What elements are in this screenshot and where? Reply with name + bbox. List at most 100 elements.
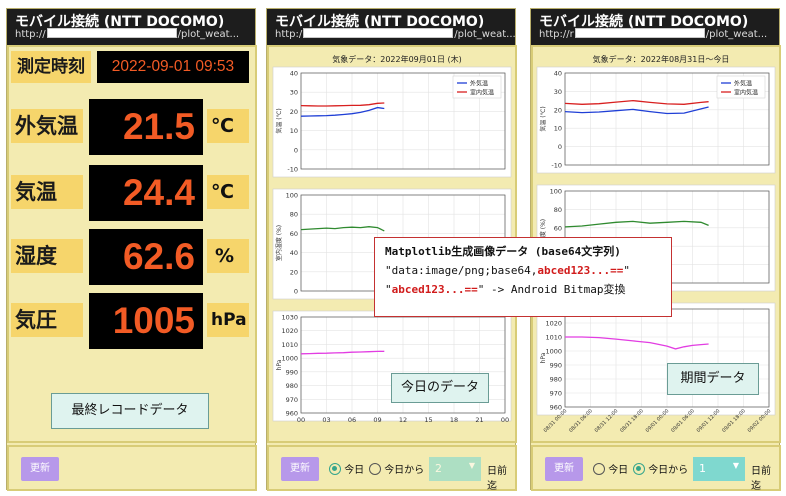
y-axis-label: hPa [540, 352, 547, 363]
pressure-unit: hPa [207, 303, 249, 337]
temp-unit: ℃ [207, 175, 249, 209]
time-value: 2022-09-01 09:53 [97, 51, 249, 83]
pressure-value: 1005 [89, 293, 203, 349]
y-tick-label: 970 [286, 396, 298, 404]
x-tick-label: 09 [373, 416, 381, 424]
today-footer: 更新 今日 今日から 2 ▼ 日前迄 [267, 445, 517, 492]
y-tick-label: 80 [290, 211, 298, 219]
y-tick-label: 10 [290, 127, 298, 135]
base64-callout: Matplotlib生成画像データ (base64文字列) "data:imag… [374, 237, 672, 317]
url-line: http:///plot_weat... [15, 28, 240, 40]
temp-label: 気温 [11, 175, 83, 209]
y-tick-label: 1010 [545, 334, 562, 342]
days-suffix: 日前迄 [751, 466, 771, 492]
outdoor-temp-value: 21.5 [89, 99, 203, 155]
panel-background [272, 310, 512, 422]
legend-label: 室内気温 [734, 89, 758, 97]
latest-panel: 測定時刻 2022-09-01 09:53 外気温 21.5 ℃ 気温 24.4… [7, 45, 257, 443]
y-tick-label: 80 [554, 206, 562, 214]
radio-today[interactable]: 今日 [329, 461, 364, 476]
update-button[interactable]: 更新 [21, 457, 59, 481]
y-tick-label: 20 [290, 268, 298, 276]
y-tick-label: 1020 [281, 327, 298, 335]
days-spinner[interactable]: 1 ▼ [693, 457, 745, 481]
y-tick-label: 40 [554, 70, 562, 78]
url-redaction [303, 28, 454, 38]
latest-note: 最終レコードデータ [51, 393, 209, 429]
radio-from-indicator[interactable] [633, 463, 645, 475]
outdoor-temp-unit: ℃ [207, 109, 249, 143]
y-tick-label: 1030 [281, 314, 298, 322]
panel-background [536, 302, 776, 416]
y-tick-label: 0 [294, 288, 298, 296]
y-tick-label: 1020 [545, 320, 562, 328]
y-tick-label: 60 [554, 224, 562, 232]
url-redaction [574, 28, 705, 38]
radio-today[interactable]: 今日 [593, 461, 628, 476]
dropdown-arrow-icon: ▼ [468, 461, 475, 470]
legend-label: 外気温 [470, 80, 488, 88]
url-line: http://plot_weat... [275, 28, 516, 40]
app-titlebar: モバイル接続 (NTT DOCOMO) http://plot_weat... [267, 9, 516, 45]
y-axis-label: 室内湿度 (%) [275, 225, 283, 261]
latest-footer: 更新 [7, 445, 257, 491]
url-line: http://r/plot_weat... [539, 28, 768, 40]
today-note: 今日のデータ [391, 373, 489, 403]
radio-from-indicator[interactable] [369, 463, 381, 475]
y-tick-label: 40 [290, 70, 298, 78]
temp-value: 24.4 [89, 165, 203, 221]
callout-line-3: "abced123...==" -> Android Bitmap変換 [385, 283, 626, 296]
y-tick-label: 960 [550, 404, 562, 412]
radio-from-today[interactable]: 今日から [369, 461, 424, 476]
days-suffix: 日前迄 [487, 466, 507, 492]
pressure-label: 気圧 [11, 303, 83, 337]
legend-label: 室内気温 [470, 89, 494, 97]
update-button[interactable]: 更新 [281, 457, 319, 481]
y-tick-label: 30 [554, 88, 562, 96]
y-axis-label: 気温 (℃) [539, 106, 547, 131]
callout-line-2: "data:image/png;base64,abced123...==" [385, 264, 631, 277]
y-tick-label: 30 [290, 89, 298, 97]
y-tick-label: 20 [554, 106, 562, 114]
x-tick-label: 00 [501, 416, 509, 424]
y-tick-label: -10 [287, 166, 298, 174]
y-tick-label: 970 [550, 390, 562, 398]
period-note: 期間データ [667, 363, 759, 395]
y-tick-label: 20 [290, 108, 298, 116]
y-tick-label: 0 [558, 143, 562, 151]
y-tick-label: 1000 [281, 355, 298, 363]
callout-line-1: Matplotlib生成画像データ (base64文字列) [385, 245, 621, 258]
y-tick-label: 100 [550, 188, 562, 196]
x-tick-label: 21 [475, 416, 483, 424]
humidity-label: 湿度 [11, 239, 83, 273]
x-tick-label: 03 [322, 416, 330, 424]
y-tick-label: 1000 [545, 348, 562, 356]
y-axis-label: hPa [276, 359, 283, 370]
y-axis-label: 気温 (℃) [275, 108, 283, 133]
chart-title: 気象データ：2022年08月31日〜今日 [593, 54, 730, 64]
y-tick-label: 980 [550, 376, 562, 384]
humidity-unit: % [207, 239, 249, 273]
dropdown-arrow-icon: ▼ [732, 461, 739, 470]
humidity-value: 62.6 [89, 229, 203, 285]
radio-today-indicator[interactable] [593, 463, 605, 475]
phone-latest: モバイル接続 (NTT DOCOMO) http:///plot_weat...… [6, 8, 257, 491]
legend-label: 外気温 [734, 80, 752, 88]
radio-from-today[interactable]: 今日から [633, 461, 688, 476]
y-tick-label: 10 [554, 125, 562, 133]
x-tick-label: 12 [399, 416, 407, 424]
app-titlebar: モバイル接続 (NTT DOCOMO) http:///plot_weat... [7, 9, 255, 45]
app-titlebar: モバイル接続 (NTT DOCOMO) http://r/plot_weat..… [531, 9, 779, 45]
radio-today-indicator[interactable] [329, 463, 341, 475]
x-tick-label: 15 [424, 416, 432, 424]
x-tick-label: 00 [297, 416, 305, 424]
y-tick-label: 0 [294, 146, 298, 154]
update-button[interactable]: 更新 [545, 457, 583, 481]
days-spinner[interactable]: 2 ▼ [429, 457, 481, 481]
y-tick-label: 60 [290, 230, 298, 238]
time-label: 測定時刻 [11, 51, 91, 83]
y-tick-label: 980 [286, 382, 298, 390]
y-tick-label: 990 [550, 362, 562, 370]
y-tick-label: 1010 [281, 341, 298, 349]
x-tick-label: 06 [348, 416, 356, 424]
